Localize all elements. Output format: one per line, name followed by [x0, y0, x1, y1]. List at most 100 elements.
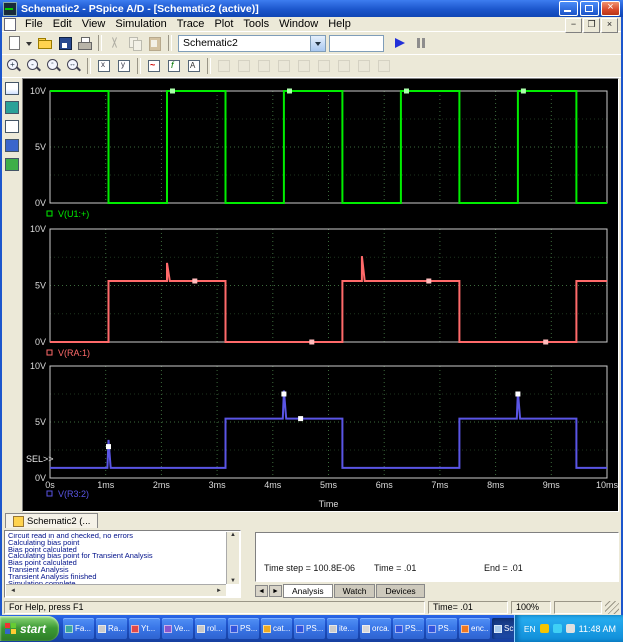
new-dropdown-icon[interactable]: [25, 34, 34, 52]
menu-item[interactable]: Simulation: [110, 17, 171, 32]
taskbar-button[interactable]: enc...: [459, 618, 491, 639]
zoom-fit-icon[interactable]: [65, 57, 83, 75]
taskbar-button-icon: [98, 624, 107, 633]
tray-shield-icon[interactable]: [539, 624, 549, 633]
menu-item[interactable]: Tools: [238, 17, 274, 32]
bottom-tab[interactable]: Analysis: [283, 584, 333, 598]
restore-button[interactable]: [580, 1, 599, 16]
start-label: start: [20, 621, 47, 636]
tray-volume-icon[interactable]: [565, 624, 575, 633]
tab-scroll-left-icon[interactable]: ◄: [255, 585, 268, 597]
simulation-profile-combobox[interactable]: Schematic2: [178, 34, 326, 52]
taskbar-button-icon: [362, 624, 371, 633]
status-zoom-value: 100%: [511, 601, 551, 614]
child-minimize-button[interactable]: −: [565, 18, 582, 33]
device-list-icon[interactable]: [5, 158, 19, 171]
output-message-pane[interactable]: Circuit read in and checked, no errors Ca…: [4, 530, 241, 598]
child-close-button[interactable]: ×: [601, 18, 618, 33]
taskbar-button[interactable]: Yt...: [129, 618, 161, 639]
taskbar-button-icon: [263, 624, 272, 633]
language-indicator[interactable]: EN: [524, 624, 536, 634]
menu-item[interactable]: Edit: [48, 17, 77, 32]
save-icon[interactable]: [56, 34, 74, 52]
svg-text:7ms: 7ms: [431, 480, 449, 490]
child-restore-button[interactable]: ❐: [583, 18, 600, 33]
simulation-results-icon[interactable]: [5, 82, 19, 95]
tab-scroll-right-icon[interactable]: ►: [269, 585, 282, 597]
bottom-tab[interactable]: Devices: [376, 584, 425, 598]
svg-text:9ms: 9ms: [543, 480, 561, 490]
menu-item[interactable]: Trace: [172, 17, 210, 32]
output-horizontal-scrollbar[interactable]: ◄ ►: [6, 584, 226, 596]
taskbar-button[interactable]: Ra...: [96, 618, 128, 639]
output-window-icon[interactable]: [5, 101, 19, 114]
minimize-button[interactable]: [559, 1, 578, 16]
profile-edit-field[interactable]: [329, 34, 384, 52]
evaluate-function-icon[interactable]: [165, 57, 183, 75]
document-tab-label: Schematic2 (...: [27, 515, 91, 527]
document-icon: [13, 515, 24, 527]
taskbar-button-icon: [296, 624, 305, 633]
watch-window-icon[interactable]: [5, 139, 19, 152]
menu-item[interactable]: Window: [274, 17, 323, 32]
chevron-down-icon[interactable]: [310, 35, 325, 51]
status-blank-panel: [554, 601, 602, 614]
scroll-left-icon[interactable]: ◄: [8, 588, 18, 594]
zoom-out-icon[interactable]: [25, 57, 43, 75]
run-simulation-icon[interactable]: [390, 34, 410, 52]
zoom-in-icon[interactable]: [5, 57, 23, 75]
print-icon[interactable]: [76, 34, 94, 52]
taskbar-button[interactable]: orca...: [360, 618, 392, 639]
taskbar-button-icon: [164, 624, 173, 633]
taskbar-button[interactable]: cat...: [261, 618, 293, 639]
resize-grip[interactable]: [605, 601, 619, 614]
taskbar-button[interactable]: Ve...: [162, 618, 194, 639]
scroll-right-icon[interactable]: ►: [214, 588, 224, 594]
toolbar-separator: [98, 35, 102, 51]
taskbar-button[interactable]: PS...: [393, 618, 425, 639]
scroll-up-icon[interactable]: ▲: [230, 532, 236, 538]
new-icon[interactable]: [5, 34, 23, 52]
scroll-down-icon[interactable]: ▼: [230, 578, 236, 584]
trace-legend-label[interactable]: V(R3:2): [58, 489, 89, 499]
svg-text:10V: 10V: [30, 224, 46, 234]
status-tab-strip: ◄ ► Analysis Watch Devices: [255, 584, 619, 598]
taskbar-button[interactable]: rol...: [195, 618, 227, 639]
taskbar-button-label: Ve...: [174, 624, 191, 633]
add-text-icon[interactable]: [185, 57, 203, 75]
tray-network-icon[interactable]: [552, 624, 562, 633]
log-x-axis-icon[interactable]: [95, 57, 113, 75]
log-y-axis-icon[interactable]: [115, 57, 133, 75]
open-icon[interactable]: [36, 34, 54, 52]
start-button[interactable]: start: [0, 616, 60, 641]
simulation-profile-value: Schematic2: [183, 36, 238, 49]
add-trace-icon[interactable]: [145, 57, 163, 75]
menu-item[interactable]: Help: [323, 17, 356, 32]
taskbar-button-label: PS...: [405, 624, 423, 633]
document-tab-schematic2[interactable]: Schematic2 (...: [5, 513, 99, 528]
taskbar-button-icon: [428, 624, 437, 633]
taskbar-button[interactable]: ite...: [327, 618, 359, 639]
zoom-area-icon[interactable]: [45, 57, 63, 75]
trace-legend-label[interactable]: V(RA:1): [58, 348, 90, 358]
taskbar-button[interactable]: Fa...: [63, 618, 95, 639]
taskbar-button[interactable]: Sch...: [492, 618, 514, 639]
circuit-file-icon[interactable]: [5, 120, 19, 133]
taskbar-button-icon: [395, 624, 404, 633]
output-vertical-scrollbar[interactable]: ▲ ▼: [226, 532, 239, 584]
plot-area[interactable]: 10V 5V 0V V(U1:+) 10V 5V 0V V(RA:1) 10V 5V 0V V(R3:…: [22, 78, 619, 512]
taskbar-button[interactable]: PS...: [294, 618, 326, 639]
close-button[interactable]: [601, 1, 620, 16]
bottom-tab[interactable]: Watch: [333, 584, 376, 598]
menu-bar: File Edit View Simulation Trace Plot Tools Wind…: [2, 17, 621, 32]
svg-text:5V: 5V: [35, 417, 46, 427]
menu-item[interactable]: View: [77, 17, 111, 32]
taskbar-button[interactable]: PS...: [426, 618, 458, 639]
svg-text:10V: 10V: [30, 86, 46, 96]
menu-item[interactable]: File: [20, 17, 48, 32]
taskbar-button-icon: [230, 624, 239, 633]
svg-text:6ms: 6ms: [376, 480, 394, 490]
trace-legend-label[interactable]: V(U1:+): [58, 209, 89, 219]
taskbar-button[interactable]: PS...: [228, 618, 260, 639]
menu-item[interactable]: Plot: [209, 17, 238, 32]
